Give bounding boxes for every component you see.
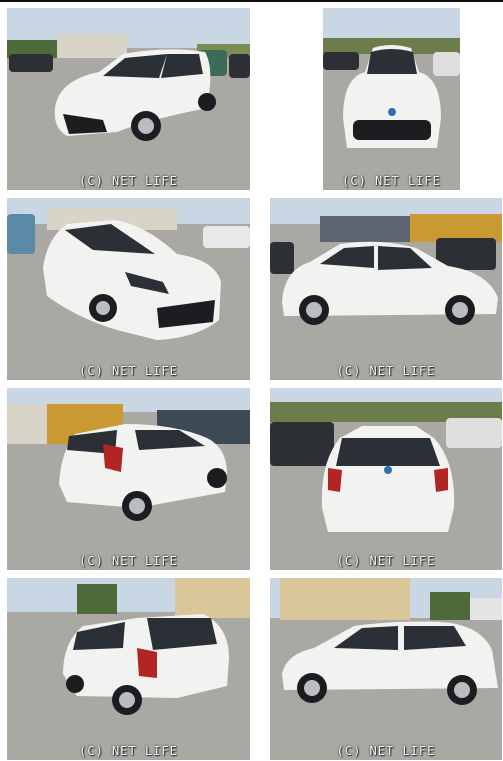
car-image [7,198,250,380]
watermark: (C) NET LIFE [79,744,178,758]
car-image [270,578,502,760]
car-photo-front[interactable]: (C) NET LIFE [323,8,460,190]
car-photo-rear-left[interactable]: (C) NET LIFE [7,388,250,570]
watermark: (C) NET LIFE [79,174,178,188]
watermark: (C) NET LIFE [336,554,436,568]
car-image [7,388,250,570]
car-photo-right-side[interactable]: (C) NET LIFE [270,198,502,380]
watermark: (C) NET LIFE [79,364,178,378]
car-photo-front-left[interactable]: (C) NET LIFE [7,8,250,190]
watermark: (C) NET LIFE [342,174,441,188]
watermark: (C) NET LIFE [79,554,178,568]
car-photo-rear-left-close[interactable]: (C) NET LIFE [7,578,250,760]
car-image [7,578,250,760]
car-image [270,198,502,380]
car-image [7,8,250,190]
watermark: (C) NET LIFE [336,744,436,758]
car-image [323,8,460,190]
car-photo-rear[interactable]: (C) NET LIFE [270,388,502,570]
car-photo-left-side[interactable]: (C) NET LIFE [270,578,502,760]
top-border [0,0,503,2]
car-image [270,388,502,570]
car-photo-front-left-close[interactable]: (C) NET LIFE [7,198,250,380]
watermark: (C) NET LIFE [336,364,436,378]
